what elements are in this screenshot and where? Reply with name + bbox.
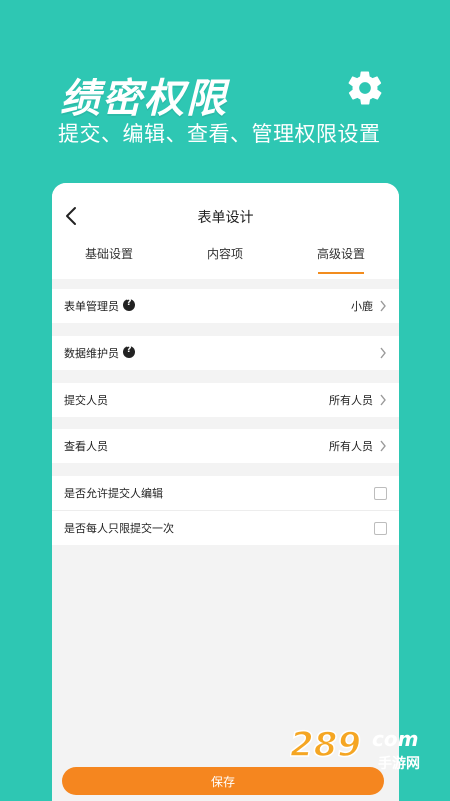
watermark-domain: com — [372, 727, 418, 751]
submitter-label: 提交人员 — [64, 394, 108, 407]
form-admin-label: 表单管理员 — [64, 300, 119, 313]
active-tab-indicator — [318, 272, 364, 274]
tab-bar: 基础设置 内容项 高级设置 — [52, 245, 399, 275]
watermark-logo: 289 com 手游网 — [290, 724, 420, 772]
allow-edit-checkbox[interactable] — [374, 486, 387, 500]
once-only-row: 是否每人只限提交一次 — [52, 511, 399, 545]
form-admin-row[interactable]: 表单管理员 小鹿 — [52, 289, 399, 323]
help-icon[interactable] — [123, 345, 135, 358]
chevron-right-icon — [380, 300, 386, 312]
hero-subtitle: 提交、编辑、查看、管理权限设置 — [58, 122, 381, 146]
hero-title: 绩密权限 — [60, 76, 228, 122]
submitter-row[interactable]: 提交人员 所有人员 — [52, 383, 399, 417]
header-bar: 表单设计 基础设置 内容项 高级设置 — [52, 183, 399, 279]
once-only-checkbox[interactable] — [374, 521, 387, 535]
data-maintainer-row[interactable]: 数据维护员 — [52, 336, 399, 370]
allow-edit-label: 是否允许提交人编辑 — [64, 487, 163, 500]
watermark-caption: 手游网 — [378, 755, 420, 772]
help-icon[interactable] — [123, 298, 135, 311]
data-maintainer-label: 数据维护员 — [64, 347, 119, 360]
chevron-right-icon — [380, 347, 386, 359]
tab-basic-settings[interactable]: 基础设置 — [64, 245, 154, 262]
once-only-label: 是否每人只限提交一次 — [64, 522, 174, 535]
tab-content-items[interactable]: 内容项 — [180, 245, 270, 262]
viewer-value: 所有人员 — [329, 440, 373, 453]
submitter-value: 所有人员 — [329, 394, 373, 407]
chevron-right-icon — [380, 440, 386, 452]
allow-edit-row: 是否允许提交人编辑 — [52, 476, 399, 510]
viewer-row[interactable]: 查看人员 所有人员 — [52, 429, 399, 463]
tab-advanced-settings[interactable]: 高级设置 — [296, 245, 386, 262]
viewer-label: 查看人员 — [64, 440, 108, 453]
chevron-right-icon — [380, 394, 386, 406]
phone-screen: 表单设计 基础设置 内容项 高级设置 表单管理员 小鹿 数据维护员 提交人员 所… — [52, 183, 399, 801]
watermark-brand: 289 — [290, 725, 361, 765]
page-title: 表单设计 — [197, 210, 254, 226]
form-admin-value: 小鹿 — [351, 300, 373, 313]
gear-icon[interactable] — [345, 68, 385, 108]
